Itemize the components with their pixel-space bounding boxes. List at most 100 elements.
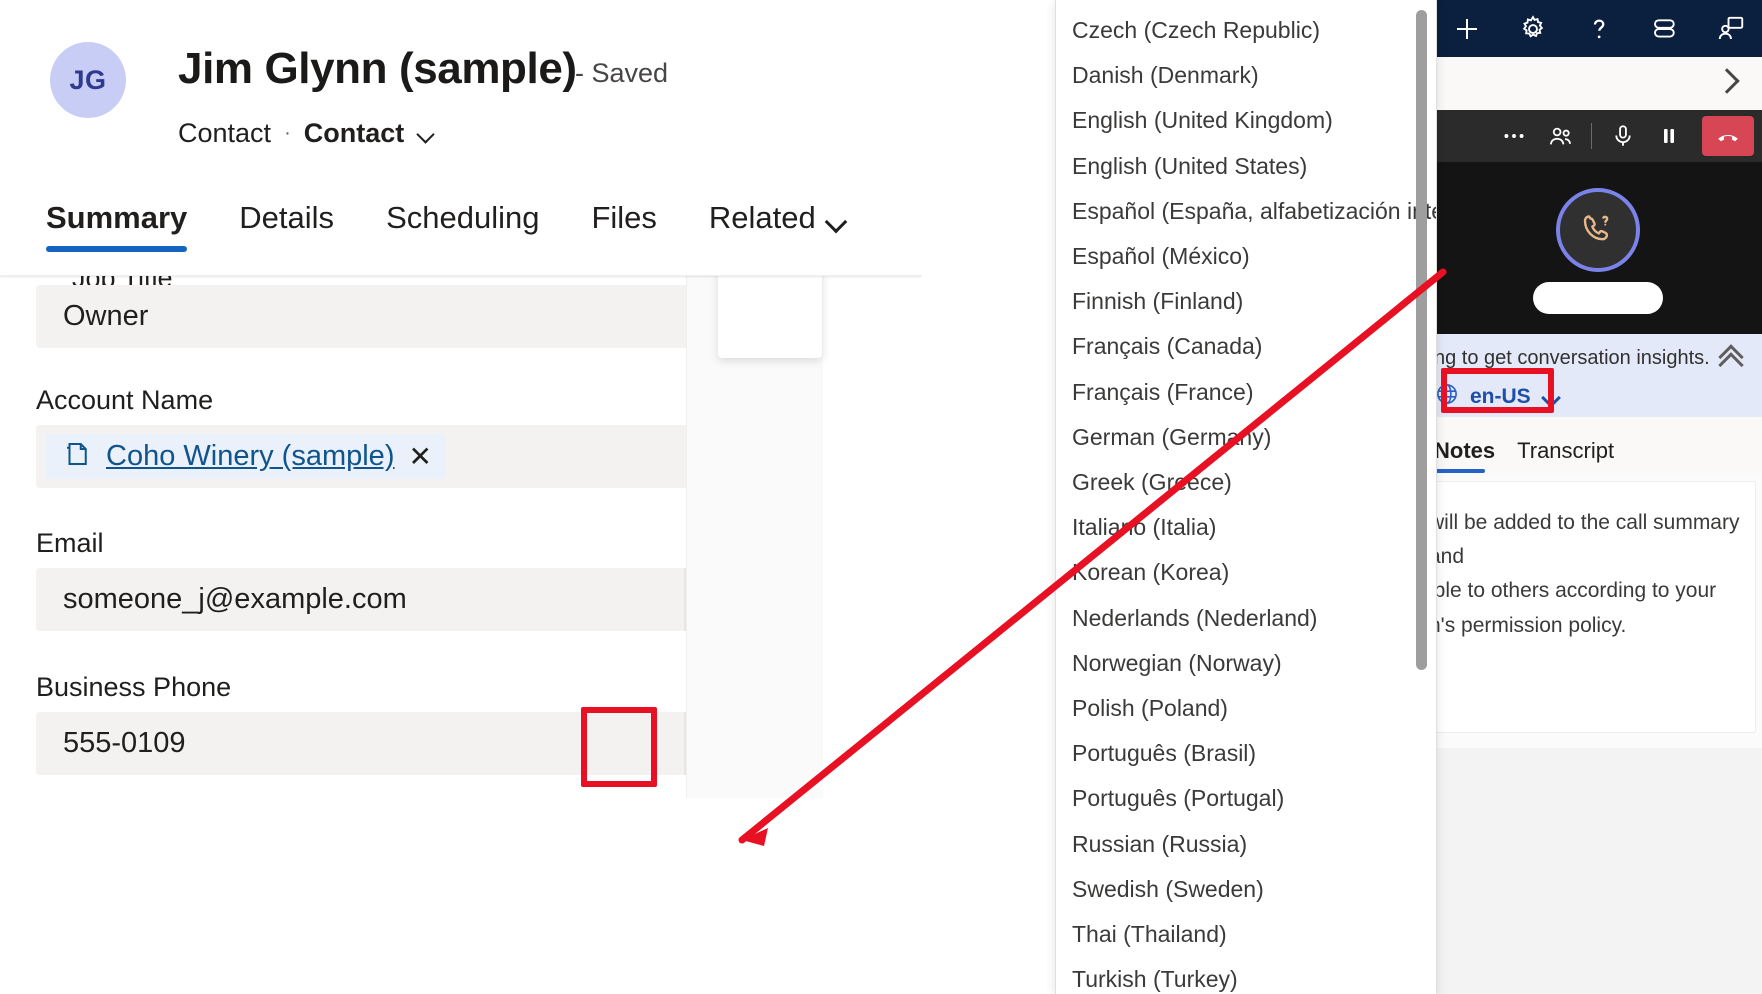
record-subheader: Contact · Contact bbox=[178, 118, 437, 149]
layers-icon[interactable] bbox=[1650, 14, 1680, 44]
field-email-input[interactable]: someone_j@example.com bbox=[36, 568, 756, 631]
account-record-icon bbox=[62, 439, 92, 474]
field-job-title: Job Title Owner bbox=[36, 285, 756, 348]
call-stage bbox=[1434, 162, 1762, 334]
scrollbar-thumb[interactable] bbox=[1416, 10, 1427, 670]
language-option[interactable]: Italiano (Italia) bbox=[1072, 505, 1424, 550]
language-option[interactable]: Korean (Korea) bbox=[1072, 550, 1424, 595]
language-option[interactable]: Português (Brasil) bbox=[1072, 731, 1424, 776]
language-value: en-US bbox=[1470, 385, 1531, 409]
chevron-right-icon[interactable] bbox=[1712, 68, 1740, 96]
field-business-phone: Business Phone 555-0109 bbox=[36, 672, 756, 775]
notes-card[interactable]: will be added to the call summary and ib… bbox=[1424, 481, 1756, 733]
language-selector[interactable]: en-US bbox=[1424, 376, 1573, 417]
question-icon[interactable] bbox=[1584, 14, 1614, 44]
language-option[interactable]: English (United Kingdom) bbox=[1072, 98, 1424, 143]
avatar: JG bbox=[50, 42, 126, 118]
language-option[interactable]: Finnish (Finland) bbox=[1072, 279, 1424, 324]
entity-type-label: Contact bbox=[178, 118, 271, 149]
tab-files[interactable]: Files bbox=[565, 200, 682, 252]
call-control-bar bbox=[1434, 110, 1762, 162]
field-account-name: Account Name Coho Winery (sample) ✕ bbox=[36, 385, 756, 488]
language-option[interactable]: Danish (Denmark) bbox=[1072, 53, 1424, 98]
tab-files-label: Files bbox=[591, 200, 656, 235]
gear-icon[interactable] bbox=[1518, 14, 1548, 44]
field-business-phone-label: Business Phone bbox=[36, 672, 756, 703]
language-option[interactable]: Thai (Thailand) bbox=[1072, 912, 1424, 957]
subheader-separator: · bbox=[284, 122, 291, 145]
app-top-bar-icons bbox=[1434, 0, 1762, 57]
language-option[interactable]: Español (España, alfabetización internac… bbox=[1072, 189, 1424, 234]
globe-icon bbox=[1434, 381, 1460, 412]
people-icon[interactable] bbox=[1537, 116, 1583, 156]
tab-notes-label: Notes bbox=[1434, 438, 1495, 463]
language-option[interactable]: Russian (Russia) bbox=[1072, 822, 1424, 867]
screenshot-root: JG Jim Glynn (sample) - Saved Contact · … bbox=[0, 0, 1762, 994]
language-option[interactable]: Swedish (Sweden) bbox=[1072, 867, 1424, 912]
assistant-icon[interactable] bbox=[1716, 14, 1746, 44]
field-job-title-value: Owner bbox=[36, 300, 148, 333]
redacted-name bbox=[1533, 282, 1663, 314]
record-tabs: Summary Details Scheduling Files Related bbox=[40, 200, 872, 252]
language-option[interactable]: Nederlands (Nederland) bbox=[1072, 596, 1424, 641]
field-business-phone-value: 555-0109 bbox=[36, 727, 186, 760]
chevron-double-up-icon[interactable] bbox=[1718, 346, 1744, 372]
tab-details[interactable]: Details bbox=[213, 200, 360, 252]
close-icon[interactable]: ✕ bbox=[408, 443, 431, 471]
record-header: JG Jim Glynn (sample) - Saved Contact · … bbox=[0, 0, 922, 276]
tab-related[interactable]: Related bbox=[683, 200, 872, 252]
microphone-icon[interactable] bbox=[1600, 116, 1646, 156]
tab-scheduling[interactable]: Scheduling bbox=[360, 200, 565, 252]
language-option[interactable]: English (United States) bbox=[1072, 144, 1424, 189]
tab-scheduling-label: Scheduling bbox=[386, 200, 539, 235]
notes-panel: will be added to the call summary and ib… bbox=[1434, 473, 1762, 748]
plus-icon[interactable] bbox=[1452, 14, 1482, 44]
lookup-chip[interactable]: Coho Winery (sample) ✕ bbox=[46, 434, 446, 479]
tab-transcript[interactable]: Transcript bbox=[1509, 438, 1622, 473]
language-option[interactable]: Polish (Poland) bbox=[1072, 686, 1424, 731]
field-email-value: someone_j@example.com bbox=[36, 583, 407, 616]
field-job-title-input[interactable]: Owner bbox=[36, 285, 756, 348]
ellipsis-icon[interactable] bbox=[1491, 116, 1537, 156]
language-option[interactable]: Português (Portugal) bbox=[1072, 776, 1424, 821]
notes-line: will be added to the call summary and bbox=[1429, 506, 1749, 574]
language-option[interactable]: Français (France) bbox=[1072, 370, 1424, 415]
field-account-name-label: Account Name bbox=[36, 385, 756, 416]
field-email: Email someone_j@example.com bbox=[36, 528, 756, 631]
notes-tab-strip: Notes Transcript bbox=[1434, 417, 1762, 473]
chevron-down-icon[interactable] bbox=[826, 210, 846, 230]
tab-related-label: Related bbox=[709, 200, 816, 235]
field-account-name-input[interactable]: Coho Winery (sample) ✕ bbox=[36, 425, 756, 488]
language-option[interactable]: Greek (Greece) bbox=[1072, 460, 1424, 505]
language-option[interactable]: Czech (Czech Republic) bbox=[1072, 8, 1424, 53]
account-name-link[interactable]: Coho Winery (sample) bbox=[106, 440, 394, 473]
page-title: Jim Glynn (sample) bbox=[178, 44, 577, 94]
conversation-insights-banner: ng to get conversation insights. en-US bbox=[1434, 334, 1762, 417]
language-option[interactable]: Norwegian (Norway) bbox=[1072, 641, 1424, 686]
language-option[interactable]: Français (Canada) bbox=[1072, 324, 1424, 369]
field-business-phone-input[interactable]: 555-0109 bbox=[36, 712, 756, 775]
language-option[interactable]: Turkish (Turkey) bbox=[1072, 957, 1424, 994]
save-status: - Saved bbox=[575, 58, 668, 89]
tab-transcript-label: Transcript bbox=[1517, 438, 1614, 463]
tab-summary-label: Summary bbox=[46, 200, 187, 235]
tab-summary[interactable]: Summary bbox=[40, 200, 213, 252]
language-option[interactable]: German (Germany) bbox=[1072, 415, 1424, 460]
pause-icon[interactable] bbox=[1646, 116, 1692, 156]
notes-line: n's permission policy. bbox=[1429, 609, 1749, 643]
notes-body: will be added to the call summary and ib… bbox=[1429, 506, 1749, 643]
crm-record-pane: JG Jim Glynn (sample) - Saved Contact · … bbox=[0, 0, 922, 994]
tab-details-label: Details bbox=[239, 200, 334, 235]
notes-line: ible to others according to your bbox=[1429, 574, 1749, 608]
insights-text: ng to get conversation insights. bbox=[1434, 347, 1734, 370]
form-selector-label[interactable]: Contact bbox=[304, 118, 405, 149]
hangup-icon[interactable] bbox=[1702, 116, 1754, 156]
call-unknown-icon bbox=[1556, 188, 1640, 272]
language-option[interactable]: Español (México) bbox=[1072, 234, 1424, 279]
chevron-down-icon[interactable] bbox=[1541, 386, 1563, 408]
chevron-down-icon[interactable] bbox=[417, 124, 437, 144]
panel-bottom-fill bbox=[1434, 748, 1762, 994]
field-email-label: Email bbox=[36, 528, 756, 559]
language-dropdown-menu: Czech (Czech Republic)Danish (Denmark)En… bbox=[1055, 0, 1437, 994]
tab-notes[interactable]: Notes bbox=[1426, 438, 1503, 473]
